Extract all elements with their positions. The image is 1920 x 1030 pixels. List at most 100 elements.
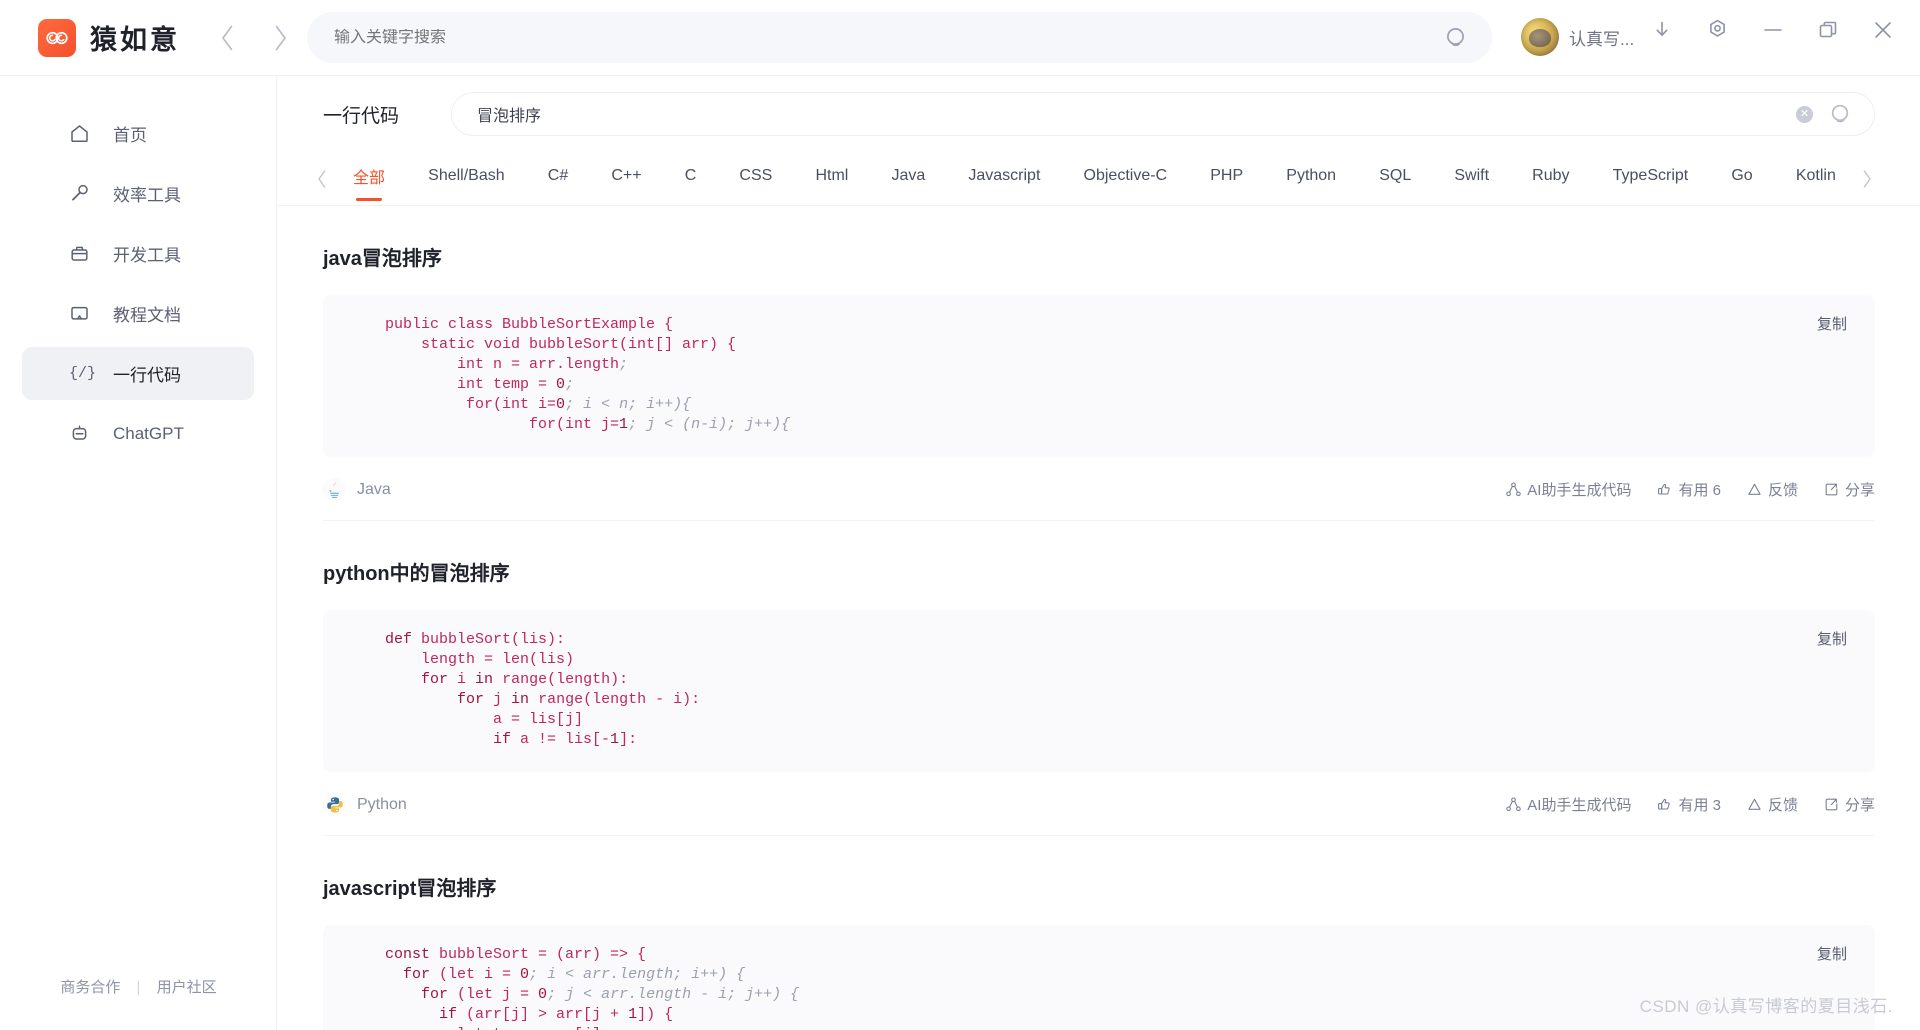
code-search-bar[interactable]: ✕ bbox=[451, 92, 1875, 136]
ai-generated-text: AI助手生成代码 bbox=[1527, 797, 1632, 814]
tabs-prev-icon[interactable] bbox=[309, 168, 335, 190]
sidebar-item-label: ChatGPT bbox=[113, 423, 184, 443]
sidebar-item-one-line-code[interactable]: {/} 一行代码 bbox=[22, 347, 254, 400]
tab-html[interactable]: Html bbox=[815, 167, 848, 190]
tab-go[interactable]: Go bbox=[1731, 167, 1752, 190]
tab-all[interactable]: 全部 bbox=[353, 164, 385, 193]
minimize-icon[interactable] bbox=[1762, 19, 1784, 41]
tool-header: 一行代码 ✕ bbox=[277, 76, 1920, 152]
page-title: 一行代码 bbox=[323, 105, 400, 127]
clear-circle-icon[interactable]: ✕ bbox=[1796, 105, 1813, 123]
code-block: 复制 def bubbleSort(lis): length = len(lis… bbox=[323, 610, 1875, 772]
result-card: java冒泡排序 复制 public class BubbleSortExamp… bbox=[323, 206, 1875, 521]
sidebar: 首页 效率工具 开发工具 教程文档 {/} 一行代码 ChatGPT 商务合作 … bbox=[0, 76, 277, 1030]
tabs-list: 全部 Shell/Bash C# C++ C CSS Html Java Jav… bbox=[335, 164, 1854, 193]
sidebar-item-label: 开发工具 bbox=[113, 246, 181, 265]
code-text: public class BubbleSortExample { static … bbox=[349, 316, 791, 433]
feedback-text: 反馈 bbox=[1767, 797, 1798, 814]
search-icon[interactable] bbox=[1444, 25, 1470, 51]
global-search-input[interactable] bbox=[334, 28, 1444, 47]
tab-python[interactable]: Python bbox=[1286, 167, 1336, 190]
tab-javascript[interactable]: Javascript bbox=[968, 167, 1040, 190]
python-icon bbox=[323, 793, 346, 816]
language-tag: Python bbox=[323, 793, 407, 816]
sidebar-item-dev-tools[interactable]: 开发工具 bbox=[22, 227, 254, 280]
sidebar-item-home[interactable]: 首页 bbox=[22, 107, 254, 160]
language-name: Java bbox=[357, 480, 391, 498]
card-footer: Java AI助手生成代码 有用 6 反馈 分享 bbox=[323, 459, 1875, 521]
card-footer: Python AI助手生成代码 有用 3 反馈 分享 bbox=[323, 774, 1875, 836]
tab-shell-bash[interactable]: Shell/Bash bbox=[428, 167, 505, 190]
tab-sql[interactable]: SQL bbox=[1379, 167, 1411, 190]
result-cards: java冒泡排序 复制 public class BubbleSortExamp… bbox=[277, 206, 1920, 1030]
java-icon bbox=[323, 478, 346, 501]
sidebar-item-chatgpt[interactable]: ChatGPT bbox=[22, 407, 254, 460]
maximize-icon[interactable] bbox=[1817, 19, 1839, 41]
ai-generated-text: AI助手生成代码 bbox=[1527, 482, 1632, 499]
robot-icon bbox=[69, 423, 97, 444]
sidebar-item-tutorial-docs[interactable]: 教程文档 bbox=[22, 287, 254, 340]
code-icon: {/} bbox=[69, 365, 97, 382]
share-nodes-icon bbox=[1506, 482, 1522, 497]
sidebar-item-label: 首页 bbox=[113, 126, 147, 145]
forward-icon[interactable] bbox=[271, 23, 290, 53]
feedback-button[interactable]: 反馈 bbox=[1747, 479, 1798, 500]
tab-cpp[interactable]: C++ bbox=[611, 167, 641, 190]
ai-generated-label: AI助手生成代码 bbox=[1506, 479, 1631, 500]
share-button[interactable]: 分享 bbox=[1824, 794, 1875, 815]
share-button[interactable]: 分享 bbox=[1824, 479, 1875, 500]
share-text: 分享 bbox=[1844, 797, 1875, 814]
thumbs-up-icon bbox=[1658, 483, 1671, 495]
user-account[interactable]: 认真写... bbox=[1521, 18, 1634, 56]
monitor-icon bbox=[69, 303, 97, 324]
card-title: python中的冒泡排序 bbox=[323, 563, 510, 585]
tab-java[interactable]: Java bbox=[891, 167, 925, 190]
sidebar-item-label: 效率工具 bbox=[113, 186, 181, 205]
app-logo-icon bbox=[38, 18, 76, 57]
tab-objective-c[interactable]: Objective-C bbox=[1084, 167, 1168, 190]
useful-button[interactable]: 有用 3 bbox=[1657, 794, 1721, 815]
tab-php[interactable]: PHP bbox=[1210, 167, 1243, 190]
tab-kotlin[interactable]: Kotlin bbox=[1796, 167, 1836, 190]
gear-icon[interactable] bbox=[1706, 18, 1729, 41]
close-icon[interactable] bbox=[1872, 19, 1894, 41]
tab-csharp[interactable]: C# bbox=[548, 167, 568, 190]
business-cooperation-link[interactable]: 商务合作 bbox=[60, 979, 120, 996]
copy-button[interactable]: 复制 bbox=[1817, 943, 1847, 964]
feedback-button[interactable]: 反馈 bbox=[1747, 794, 1798, 815]
code-text: def bubbleSort(lis): length = len(lis) f… bbox=[349, 631, 701, 748]
tab-css[interactable]: CSS bbox=[739, 167, 772, 190]
home-icon bbox=[69, 123, 97, 144]
tab-typescript[interactable]: TypeScript bbox=[1613, 167, 1689, 190]
code-text: const bubbleSort = (arr) => { for (let i… bbox=[349, 946, 800, 1030]
wrench-icon bbox=[69, 183, 97, 204]
tab-swift[interactable]: Swift bbox=[1454, 167, 1489, 190]
code-search-input[interactable] bbox=[477, 105, 1796, 123]
copy-button[interactable]: 复制 bbox=[1817, 628, 1847, 649]
result-card: python中的冒泡排序 复制 def bubbleSort(lis): len… bbox=[323, 521, 1875, 836]
window-controls bbox=[1651, 18, 1894, 41]
useful-count: 有用 3 bbox=[1678, 797, 1721, 814]
sidebar-item-label: 教程文档 bbox=[113, 306, 181, 325]
sidebar-item-efficiency-tools[interactable]: 效率工具 bbox=[22, 167, 254, 220]
language-tag: Java bbox=[323, 478, 391, 501]
back-icon[interactable] bbox=[218, 23, 237, 53]
feedback-text: 反馈 bbox=[1767, 482, 1798, 499]
download-icon[interactable] bbox=[1651, 19, 1673, 41]
language-tabs: 全部 Shell/Bash C# C++ C CSS Html Java Jav… bbox=[277, 152, 1920, 206]
app-brand: 猿如意 bbox=[38, 18, 180, 57]
tabs-next-icon[interactable] bbox=[1854, 168, 1880, 190]
useful-button[interactable]: 有用 6 bbox=[1657, 479, 1721, 500]
app-brand-name: 猿如意 bbox=[90, 25, 180, 55]
share-box-icon bbox=[1825, 798, 1838, 811]
user-community-link[interactable]: 用户社区 bbox=[157, 979, 217, 996]
share-box-icon bbox=[1825, 483, 1838, 496]
global-search-bar[interactable] bbox=[307, 12, 1492, 63]
username-label: 认真写... bbox=[1569, 29, 1635, 49]
watermark: CSDN @认真写博客的夏目浅石. bbox=[1639, 997, 1893, 1016]
tab-c[interactable]: C bbox=[685, 167, 697, 190]
copy-button[interactable]: 复制 bbox=[1817, 313, 1847, 334]
warning-triangle-icon bbox=[1748, 798, 1761, 810]
tab-ruby[interactable]: Ruby bbox=[1532, 167, 1569, 190]
search-icon[interactable] bbox=[1829, 102, 1854, 127]
